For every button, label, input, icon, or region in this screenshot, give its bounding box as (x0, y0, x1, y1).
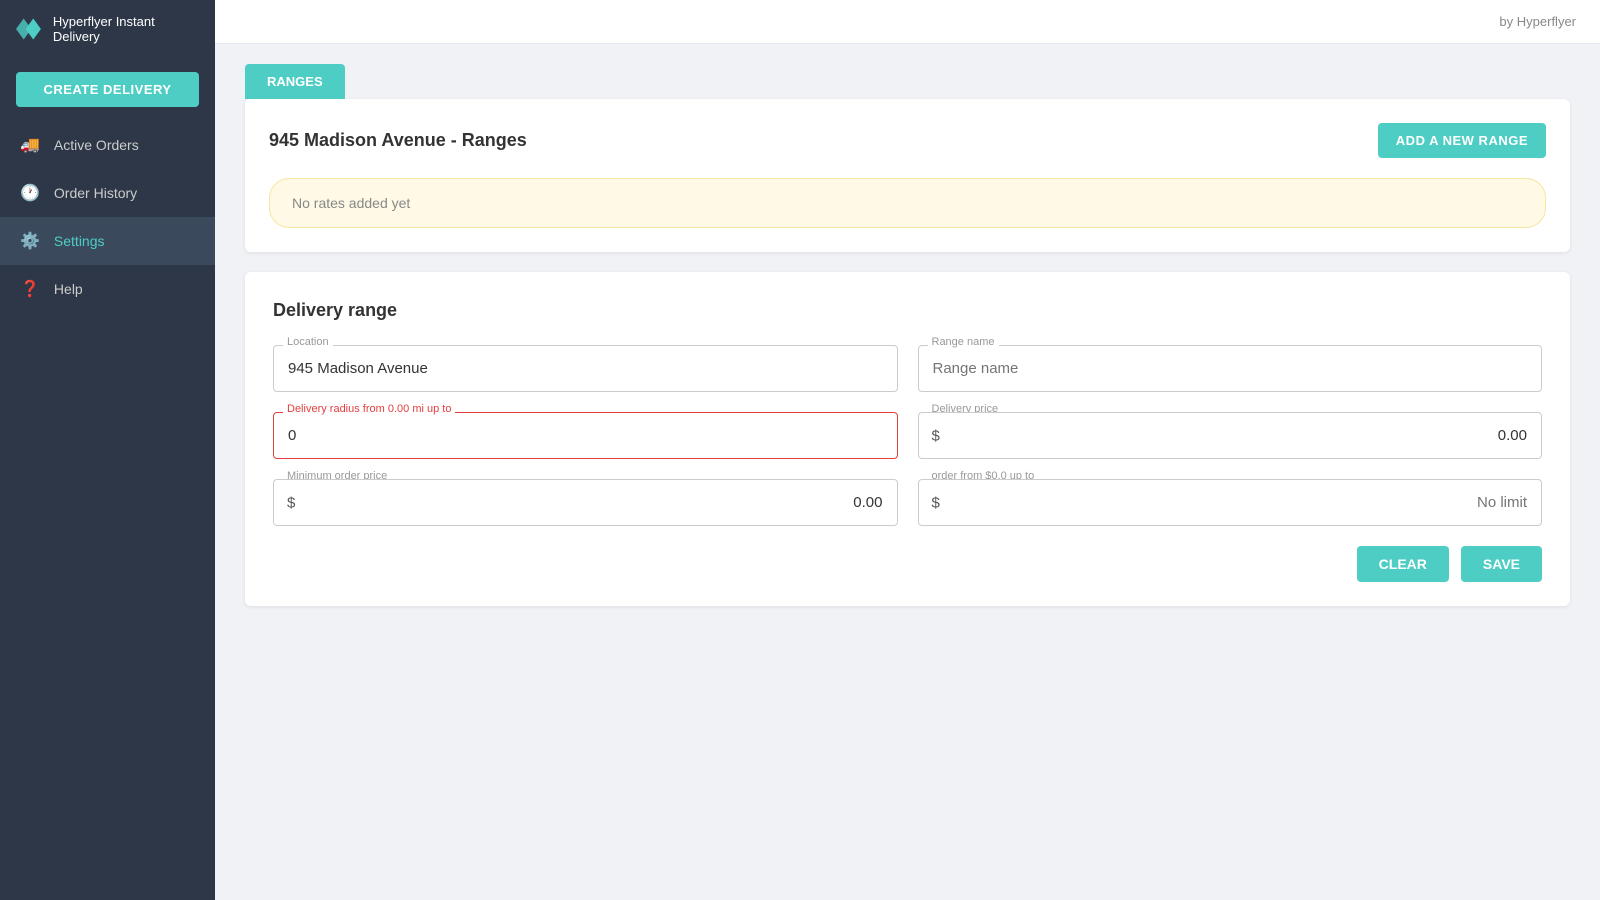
ranges-card: 945 Madison Avenue - Ranges ADD A NEW RA… (245, 99, 1570, 252)
save-button[interactable]: SAVE (1461, 546, 1542, 582)
radius-label: Delivery radius from 0.00 mi up to (283, 403, 455, 415)
help-label: Help (54, 281, 83, 297)
clear-button[interactable]: CLEAR (1357, 546, 1449, 582)
sidebar-item-order-history[interactable]: 🕐 Order History (0, 169, 215, 217)
sidebar-item-settings[interactable]: ⚙️ Settings (0, 217, 215, 265)
form-row-1: Location Range name (273, 345, 1542, 392)
form-row-3: Minimum order price $ order from $0.0 up… (273, 479, 1542, 526)
location-label: Location (283, 336, 333, 348)
truck-icon: 🚚 (20, 135, 40, 155)
location-field: Location (273, 345, 898, 392)
sidebar-item-active-orders[interactable]: 🚚 Active Orders (0, 121, 215, 169)
create-delivery-button[interactable]: CREATE DELIVERY (16, 72, 199, 107)
location-input[interactable] (273, 345, 898, 392)
active-orders-label: Active Orders (54, 137, 139, 153)
history-icon: 🕐 (20, 183, 40, 203)
range-name-label: Range name (928, 336, 999, 348)
order-history-label: Order History (54, 185, 137, 201)
radius-field: Delivery radius from 0.00 mi up to (273, 412, 898, 459)
ranges-card-title: 945 Madison Avenue - Ranges (269, 130, 527, 151)
delivery-range-form: Delivery range Location Range name Deliv… (245, 272, 1570, 606)
brand-label: by Hyperflyer (1499, 14, 1576, 29)
form-row-2: Delivery radius from 0.00 mi up to Deliv… (273, 412, 1542, 459)
order-up-to-currency: $ (932, 494, 940, 511)
range-name-field: Range name (918, 345, 1543, 392)
delivery-price-wrapper: $ (918, 412, 1543, 459)
order-up-to-input[interactable] (918, 479, 1543, 526)
sidebar: Hyperflyer Instant Delivery CREATE DELIV… (0, 0, 215, 900)
order-up-to-field: order from $0.0 up to $ (918, 479, 1543, 526)
logo-icon (16, 18, 43, 40)
delivery-price-currency: $ (932, 427, 940, 444)
min-order-wrapper: $ (273, 479, 898, 526)
no-rates-banner: No rates added yet (269, 178, 1546, 228)
gear-icon: ⚙️ (20, 231, 40, 251)
form-actions: CLEAR SAVE (273, 546, 1542, 582)
add-new-range-button[interactable]: ADD A NEW RANGE (1378, 123, 1546, 158)
delivery-price-input[interactable] (918, 412, 1543, 459)
main-content: by Hyperflyer RANGES 945 Madison Avenue … (215, 0, 1600, 900)
tab-ranges[interactable]: RANGES (245, 64, 345, 99)
ranges-card-header: 945 Madison Avenue - Ranges ADD A NEW RA… (269, 123, 1546, 158)
sidebar-header: Hyperflyer Instant Delivery (0, 0, 215, 58)
min-order-input[interactable] (273, 479, 898, 526)
help-icon: ❓ (20, 279, 40, 299)
radius-input[interactable] (273, 412, 898, 459)
range-name-input[interactable] (918, 345, 1543, 392)
order-up-to-wrapper: $ (918, 479, 1543, 526)
delivery-price-field: Delivery price $ (918, 412, 1543, 459)
form-title: Delivery range (273, 300, 1542, 321)
min-order-field: Minimum order price $ (273, 479, 898, 526)
sidebar-item-help[interactable]: ❓ Help (0, 265, 215, 313)
no-rates-message: No rates added yet (292, 195, 410, 211)
content-area: RANGES 945 Madison Avenue - Ranges ADD A… (215, 44, 1600, 900)
settings-label: Settings (54, 233, 105, 249)
app-title: Hyperflyer Instant Delivery (53, 14, 199, 44)
top-bar: by Hyperflyer (215, 0, 1600, 44)
tabs-row: RANGES (245, 64, 1570, 99)
min-order-currency: $ (287, 494, 295, 511)
